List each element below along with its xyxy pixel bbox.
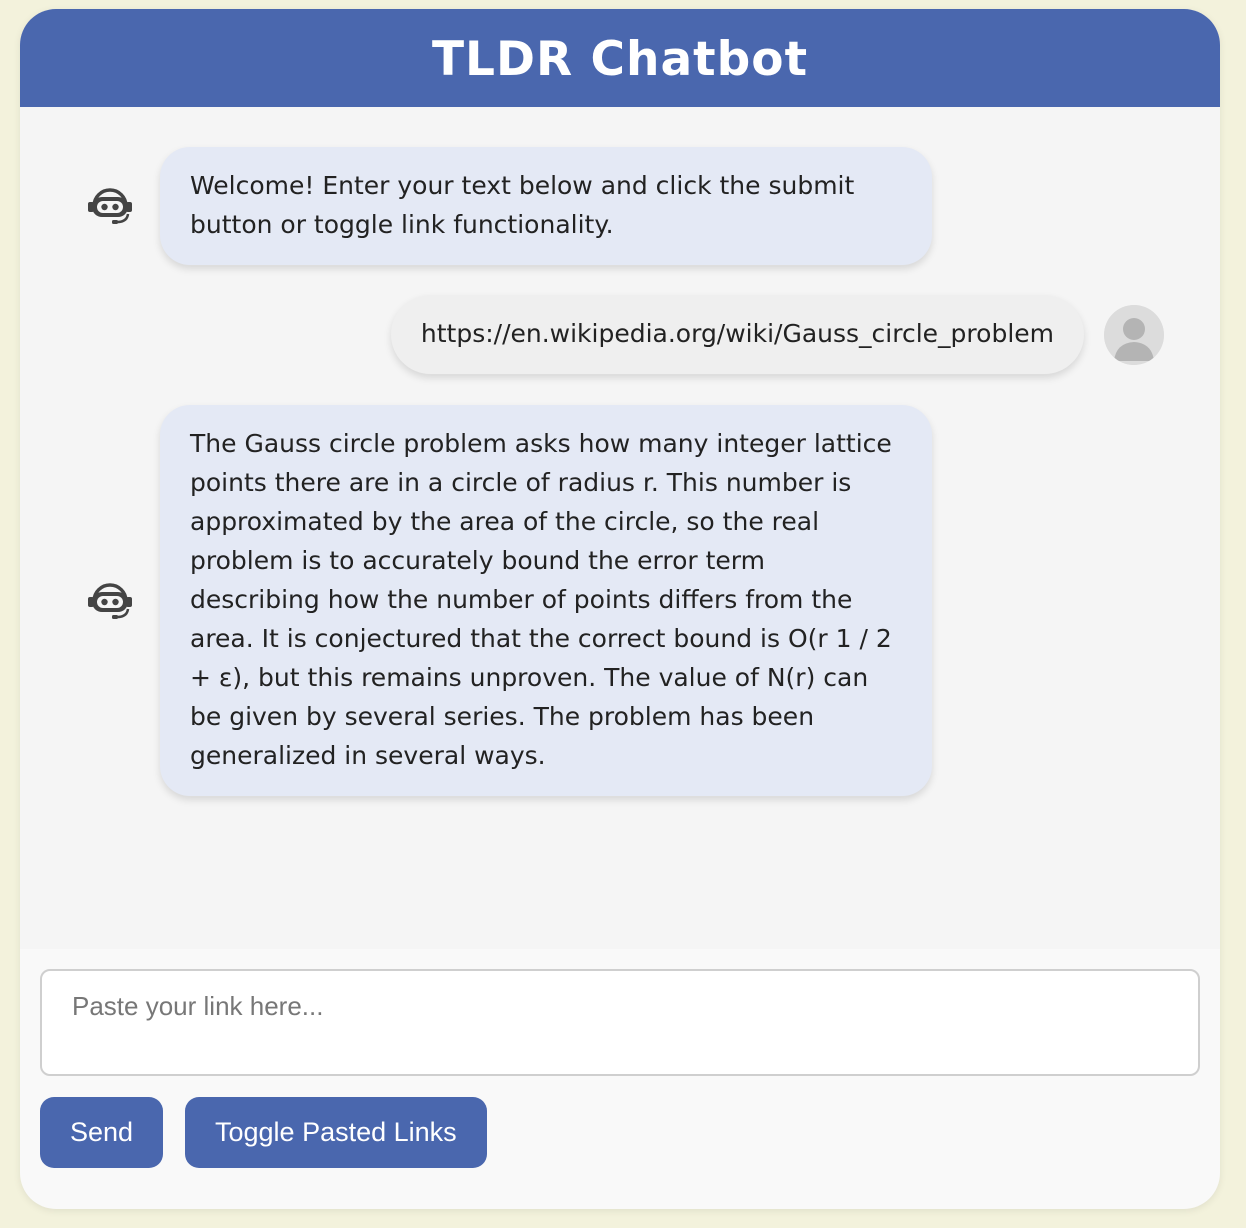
bot-message-text: The Gauss circle problem asks how many i…: [160, 405, 932, 796]
link-input[interactable]: [42, 971, 1198, 1074]
app-title: TLDR Chatbot: [431, 31, 809, 87]
bot-message-text: Welcome! Enter your text below and click…: [160, 147, 932, 265]
user-message: https://en.wikipedia.org/wiki/Gauss_circ…: [390, 295, 1164, 374]
send-button[interactable]: Send: [40, 1097, 164, 1168]
robot-headset-icon: [84, 575, 136, 627]
user-message-text: https://en.wikipedia.org/wiki/Gauss_circ…: [390, 295, 1084, 374]
chat-window: TLDR Chatbot Welcome! Enter your text be…: [20, 9, 1220, 1209]
robot-headset-icon: [84, 180, 136, 232]
bot-message: The Gauss circle problem asks how many i…: [84, 405, 932, 796]
user-avatar: [1104, 304, 1164, 365]
message-list[interactable]: Welcome! Enter your text below and click…: [20, 107, 1220, 949]
bot-message: Welcome! Enter your text below and click…: [84, 147, 932, 265]
user-silhouette-icon: [1104, 304, 1164, 365]
toggle-pasted-links-button[interactable]: Toggle Pasted Links: [185, 1097, 487, 1168]
link-input-container: [40, 969, 1200, 1076]
chat-header: TLDR Chatbot: [20, 9, 1220, 107]
